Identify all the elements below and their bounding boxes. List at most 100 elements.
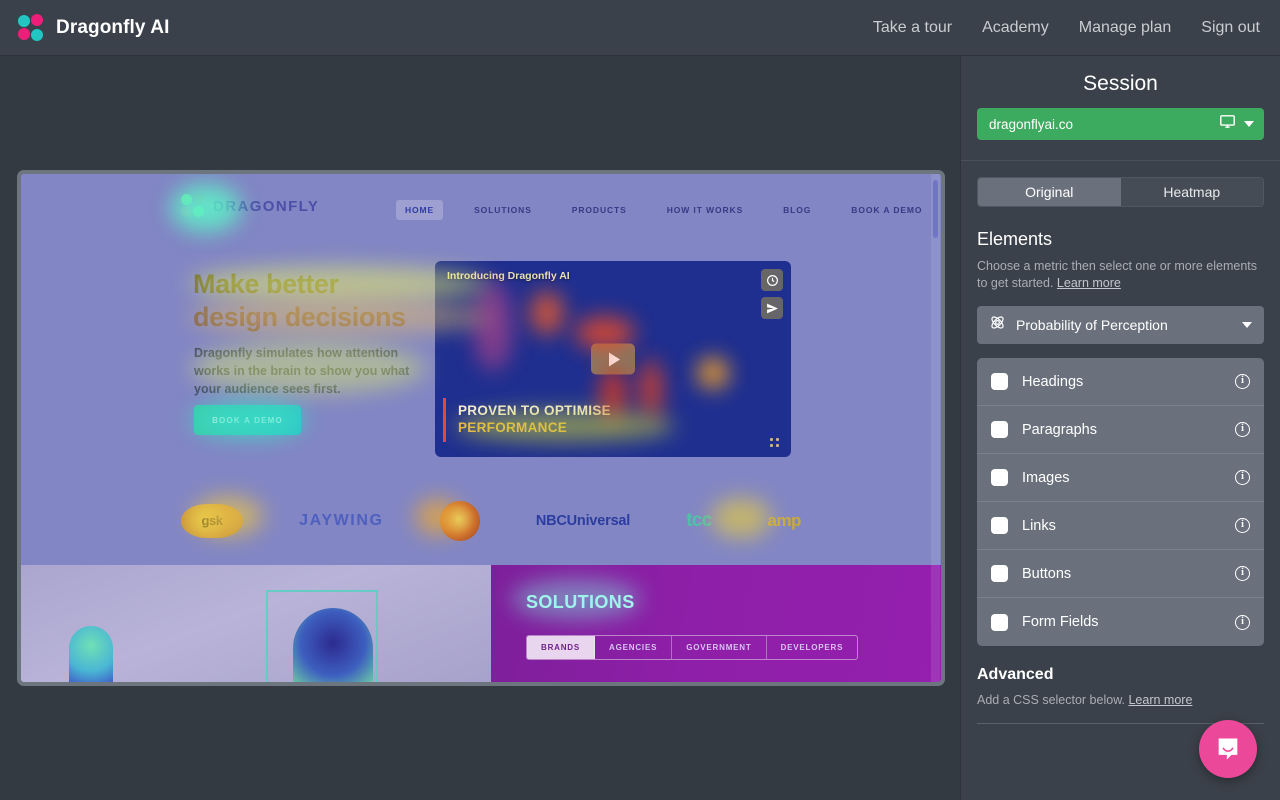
info-icon-links[interactable]: i: [1235, 518, 1250, 533]
preview-site-header: DRAGONFLY HOME SOLUTIONS PRODUCTS HOW IT…: [21, 174, 941, 236]
hero-headline-line1: Make better: [193, 269, 473, 300]
advanced-section-title: Advanced: [977, 666, 1264, 684]
intercom-chat-button[interactable]: [1199, 720, 1257, 778]
preview-canvas: DRAGONFLY HOME SOLUTIONS PRODUCTS HOW IT…: [0, 56, 960, 800]
preview-video-card[interactable]: Introducing Dragonfly AI PROVEN TO OPTIM…: [435, 261, 791, 457]
preview-site-nav: HOME SOLUTIONS PRODUCTS HOW IT WORKS BLO…: [396, 200, 931, 220]
brand-name: Dragonfly AI: [56, 17, 169, 39]
element-type-list: Headings i Paragraphs i Images i Links i…: [977, 358, 1264, 646]
preview-logo-text: DRAGONFLY: [213, 198, 319, 215]
client-logo-tcc: tcc: [686, 510, 711, 532]
element-row-buttons[interactable]: Buttons i: [977, 550, 1264, 598]
element-row-form-fields[interactable]: Form Fields i: [977, 598, 1264, 646]
info-icon-paragraphs[interactable]: i: [1235, 422, 1250, 437]
client-logo-gsk: gsk: [181, 504, 243, 538]
nav-take-a-tour[interactable]: Take a tour: [873, 19, 952, 37]
top-navigation-bar: Dragonfly AI Take a tour Academy Manage …: [0, 0, 1280, 56]
session-url-text: dragonflyai.co: [989, 117, 1073, 132]
monitor-icon[interactable]: [1219, 113, 1236, 135]
advanced-help-text: Add a CSS selector below. Learn more: [977, 692, 1264, 709]
dragonfly-logo-icon: [18, 14, 46, 42]
brand-logo[interactable]: Dragonfly AI: [18, 14, 169, 42]
preview-client-logos: gsk JAYWING NBCUniversal tcc amp: [181, 494, 801, 548]
photo-person-right: [293, 608, 373, 682]
info-icon-images[interactable]: i: [1235, 470, 1250, 485]
element-row-images[interactable]: Images i: [977, 454, 1264, 502]
checkbox-links[interactable]: [991, 517, 1008, 534]
metric-dropdown[interactable]: Probability of Perception: [977, 306, 1264, 344]
checkbox-buttons[interactable]: [991, 565, 1008, 582]
preview-hero-cta-button[interactable]: BOOK A DEMO: [194, 405, 301, 435]
label-paragraphs: Paragraphs: [1022, 422, 1235, 438]
solutions-tab-government[interactable]: GOVERNMENT: [672, 636, 766, 659]
preview-nav-home[interactable]: HOME: [396, 200, 443, 220]
label-headings: Headings: [1022, 374, 1235, 390]
nav-manage-plan[interactable]: Manage plan: [1079, 19, 1172, 37]
preview-nav-blog[interactable]: BLOG: [774, 200, 820, 220]
preview-nav-book-a-demo[interactable]: BOOK A DEMO: [842, 200, 931, 220]
advanced-learn-more-link[interactable]: Learn more: [1128, 693, 1192, 707]
client-logo-amp: amp: [767, 511, 800, 531]
preview-scrollbar-thumb[interactable]: [933, 180, 938, 238]
chevron-down-icon[interactable]: [1244, 121, 1254, 127]
preview-hero-body: Dragonfly simulates how attention works …: [194, 344, 416, 398]
tab-original[interactable]: Original: [978, 178, 1121, 206]
metric-label: Probability of Perception: [1016, 317, 1232, 333]
checkbox-paragraphs[interactable]: [991, 421, 1008, 438]
client-logo-nbcuniversal: NBCUniversal: [536, 513, 630, 529]
session-url-selector[interactable]: dragonflyai.co: [977, 108, 1264, 140]
checkbox-images[interactable]: [991, 469, 1008, 486]
client-logo-badge: [440, 501, 480, 541]
tab-heatmap[interactable]: Heatmap: [1121, 178, 1264, 206]
label-links: Links: [1022, 518, 1235, 534]
panel-title: Session: [961, 56, 1280, 108]
info-icon-buttons[interactable]: i: [1235, 566, 1250, 581]
preview-nav-how-it-works[interactable]: HOW IT WORKS: [658, 200, 752, 220]
elements-section-title: Elements: [977, 229, 1264, 250]
hero-headline-line2: design decisions: [193, 302, 473, 333]
info-icon-headings[interactable]: i: [1235, 374, 1250, 389]
checkbox-headings[interactable]: [991, 373, 1008, 390]
elements-help-text: Choose a metric then select one or more …: [977, 258, 1264, 292]
preview-photo-block: [21, 565, 491, 682]
resize-handle-icon[interactable]: [770, 438, 781, 449]
atom-icon: [989, 314, 1006, 336]
elements-learn-more-link[interactable]: Learn more: [1057, 276, 1121, 290]
panel-divider: [961, 160, 1280, 161]
video-caption-line1: PROVEN TO OPTIMISE: [458, 402, 611, 419]
preview-nav-solutions[interactable]: SOLUTIONS: [465, 200, 541, 220]
solutions-tab-developers[interactable]: DEVELOPERS: [767, 636, 858, 659]
preview-solutions-block: SOLUTIONS BRANDS AGENCIES GOVERNMENT DEV…: [491, 565, 941, 682]
top-nav-links: Take a tour Academy Manage plan Sign out: [873, 19, 1260, 37]
nav-academy[interactable]: Academy: [982, 19, 1049, 37]
solutions-title: SOLUTIONS: [526, 592, 635, 613]
label-form-fields: Form Fields: [1022, 614, 1235, 630]
photo-person-left: [69, 626, 113, 682]
view-mode-tabs: Original Heatmap: [977, 177, 1264, 207]
preview-video-caption: PROVEN TO OPTIMISE PERFORMANCE: [443, 398, 621, 442]
element-row-links[interactable]: Links i: [977, 502, 1264, 550]
solutions-tab-agencies[interactable]: AGENCIES: [595, 636, 672, 659]
previewed-website: DRAGONFLY HOME SOLUTIONS PRODUCTS HOW IT…: [21, 174, 941, 682]
info-icon-form-fields[interactable]: i: [1235, 615, 1250, 630]
preview-site-logo: DRAGONFLY: [181, 194, 319, 218]
metric-chevron-down-icon[interactable]: [1242, 322, 1252, 328]
element-row-paragraphs[interactable]: Paragraphs i: [977, 406, 1264, 454]
nav-sign-out[interactable]: Sign out: [1201, 19, 1260, 37]
label-buttons: Buttons: [1022, 566, 1235, 582]
share-icon[interactable]: [761, 297, 783, 319]
session-panel: Session dragonflyai.co Original Heatmap …: [960, 56, 1280, 800]
play-icon[interactable]: [591, 344, 635, 375]
preview-video-title: Introducing Dragonfly AI: [447, 270, 570, 282]
chat-bubble-icon: [1214, 735, 1242, 763]
clock-icon[interactable]: [761, 269, 783, 291]
checkbox-form-fields[interactable]: [991, 614, 1008, 631]
preview-logo-icon: [181, 194, 205, 218]
preview-scrollbar[interactable]: [931, 174, 940, 682]
solutions-tab-brands[interactable]: BRANDS: [527, 636, 595, 659]
preview-nav-products[interactable]: PRODUCTS: [563, 200, 636, 220]
label-images: Images: [1022, 470, 1235, 486]
website-preview-frame[interactable]: DRAGONFLY HOME SOLUTIONS PRODUCTS HOW IT…: [17, 170, 945, 686]
element-row-headings[interactable]: Headings i: [977, 358, 1264, 406]
preview-hero-headline: Make better design decisions: [193, 269, 473, 333]
